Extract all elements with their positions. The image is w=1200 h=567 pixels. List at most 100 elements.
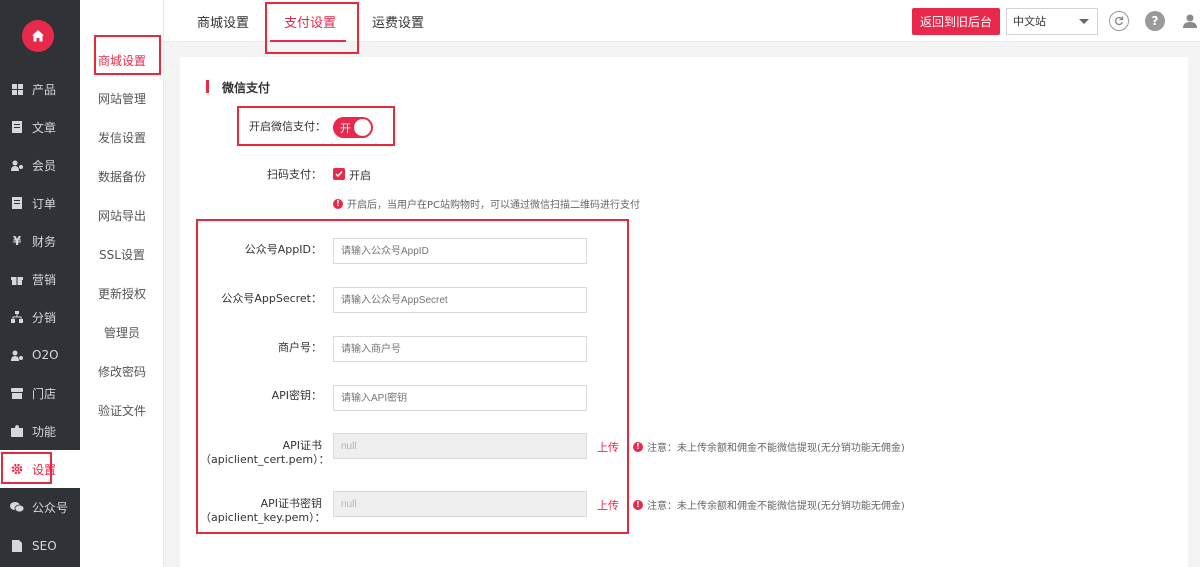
api-cert-label-line1: API证书 bbox=[282, 439, 322, 452]
sidebar-item-label: SEO bbox=[32, 539, 57, 553]
yen-icon: ¥ bbox=[12, 234, 22, 248]
tab-store-settings[interactable]: 商城设置 bbox=[197, 12, 249, 31]
sidebar-item-stores[interactable]: 门店 bbox=[0, 374, 80, 412]
api-cert-upload-link[interactable]: 上传 bbox=[597, 439, 619, 455]
sidebar-item-label: 分销 bbox=[32, 310, 57, 325]
home-icon[interactable] bbox=[22, 20, 54, 52]
language-value: 中文站 bbox=[1013, 15, 1046, 28]
sidebar-item-marketing[interactable]: 营销 bbox=[0, 260, 80, 298]
sidebar-item-orders[interactable]: 订单 bbox=[0, 184, 80, 222]
sidebar-item-settings[interactable]: 设置 bbox=[0, 450, 80, 488]
api-cert-key-upload-link[interactable]: 上传 bbox=[597, 497, 619, 513]
language-select[interactable]: 中文站 bbox=[1006, 8, 1098, 35]
subnav-item-site-export[interactable]: 网站导出 bbox=[80, 206, 164, 226]
sidebar-item-o2o[interactable]: O2O bbox=[0, 336, 80, 374]
subnav-item-admins[interactable]: 管理员 bbox=[80, 323, 164, 343]
api-cert-label-line2: （apiclient_cert.pem）： bbox=[200, 453, 330, 466]
info-icon: ! bbox=[333, 198, 343, 209]
o2o-icon bbox=[10, 348, 24, 362]
tab-shipping-settings[interactable]: 运费设置 bbox=[372, 12, 424, 31]
api-key-input[interactable] bbox=[333, 385, 587, 411]
api-cert-note-text: 注意：未上传余额和佣金不能微信提现(无分销功能无佣金) bbox=[647, 443, 905, 454]
file-icon bbox=[10, 539, 24, 553]
subnav-item-mail-settings[interactable]: 发信设置 bbox=[80, 128, 164, 148]
api-cert-key-label: API证书密钥 （apiclient_key.pem）： bbox=[200, 497, 326, 525]
sidebar-item-features[interactable]: 功能 bbox=[0, 412, 80, 450]
subnav-item-store-settings[interactable]: 商城设置 bbox=[80, 51, 164, 71]
sidebar-item-seo[interactable]: SEO bbox=[0, 527, 80, 565]
back-to-old-admin-button[interactable]: 返回到旧后台 bbox=[912, 8, 1000, 35]
info-icon: ! bbox=[633, 441, 643, 452]
main-sidebar: 产品 文章 会员 订单 ¥ 财务 营销 分销 O2O 门店 功能 设置 公众号 … bbox=[0, 0, 80, 567]
active-tab-indicator bbox=[270, 40, 346, 42]
scan-pay-hint-text: 开启后，当用户在PC站购物时，可以通过微信扫描二维码进行支付 bbox=[347, 200, 641, 211]
appid-input[interactable] bbox=[333, 238, 587, 264]
sidebar-item-label: 文章 bbox=[32, 120, 57, 135]
subnav-item-site-management[interactable]: 网站管理 bbox=[80, 89, 164, 109]
wechat-icon bbox=[10, 500, 24, 514]
order-icon bbox=[10, 196, 24, 210]
sidebar-item-official-account[interactable]: 公众号 bbox=[0, 488, 80, 526]
refresh-icon[interactable] bbox=[1109, 11, 1129, 31]
gift-icon bbox=[10, 272, 24, 286]
enable-wechat-pay-label: 开启微信支付： bbox=[249, 120, 326, 133]
api-cert-key-note: ! 注意：未上传余额和佣金不能微信提现(无分销功能无佣金) bbox=[633, 497, 905, 512]
sidebar-item-label: 门店 bbox=[32, 386, 57, 401]
subnav-item-verify-file[interactable]: 验证文件 bbox=[80, 401, 164, 421]
api-cert-key-note-text: 注意：未上传余额和佣金不能微信提现(无分销功能无佣金) bbox=[647, 501, 905, 512]
sidebar-item-label: 订单 bbox=[32, 196, 57, 211]
sidebar-item-members[interactable]: 会员 bbox=[0, 146, 80, 184]
subnav-item-ssl-settings[interactable]: SSL设置 bbox=[80, 245, 164, 265]
sidebar-item-label: 功能 bbox=[32, 424, 57, 439]
sidebar-item-label: 产品 bbox=[32, 82, 57, 97]
merchant-id-input[interactable] bbox=[333, 336, 587, 362]
toggle-knob bbox=[354, 119, 371, 136]
api-key-label: API密钥： bbox=[271, 389, 322, 402]
sidebar-item-products[interactable]: 产品 bbox=[0, 70, 80, 108]
scan-pay-checkbox[interactable] bbox=[333, 168, 345, 180]
api-cert-key-label-line1: API证书密钥 bbox=[260, 497, 322, 510]
puzzle-icon bbox=[10, 424, 24, 438]
document-icon bbox=[10, 120, 24, 134]
sidebar-item-distribution[interactable]: 分销 bbox=[0, 298, 80, 336]
appid-label: 公众号AppID： bbox=[244, 243, 322, 256]
help-icon[interactable]: ? bbox=[1145, 11, 1165, 31]
tab-payment-settings[interactable]: 支付设置 bbox=[284, 12, 336, 31]
settings-subnav: 商城设置 网站管理 发信设置 数据备份 网站导出 SSL设置 更新授权 管理员 … bbox=[80, 0, 164, 567]
store-icon bbox=[10, 386, 24, 400]
sidebar-item-label: 公众号 bbox=[32, 500, 69, 515]
sidebar-item-finance[interactable]: ¥ 财务 bbox=[0, 222, 80, 260]
info-icon: ! bbox=[633, 499, 643, 510]
sidebar-item-label: 会员 bbox=[32, 158, 57, 173]
section-title: 微信支付 bbox=[222, 81, 271, 95]
api-cert-key-label-line2: （apiclient_key.pem）： bbox=[200, 511, 326, 524]
payment-settings-panel bbox=[180, 57, 1188, 567]
scan-pay-checkbox-label: 开启 bbox=[349, 169, 371, 182]
caret-down-icon bbox=[1079, 19, 1089, 24]
api-cert-input[interactable] bbox=[333, 433, 587, 459]
subnav-item-data-backup[interactable]: 数据备份 bbox=[80, 167, 164, 187]
api-cert-key-input[interactable] bbox=[333, 491, 587, 517]
scan-pay-hint: ! 开启后，当用户在PC站购物时，可以通过微信扫描二维码进行支付 bbox=[333, 196, 640, 211]
sidebar-item-label: 营销 bbox=[32, 272, 57, 287]
subnav-item-change-password[interactable]: 修改密码 bbox=[80, 362, 164, 382]
subnav-item-update-license[interactable]: 更新授权 bbox=[80, 284, 164, 304]
wechat-pay-toggle[interactable]: 开 bbox=[333, 117, 373, 138]
top-bar: 商城设置 支付设置 运费设置 返回到旧后台 中文站 ? bbox=[164, 0, 1200, 42]
sitemap-icon bbox=[10, 310, 24, 324]
appsecret-input[interactable] bbox=[333, 287, 587, 313]
scan-pay-label: 扫码支付： bbox=[267, 168, 322, 181]
sidebar-item-label: O2O bbox=[32, 348, 59, 362]
sidebar-item-label: 财务 bbox=[32, 234, 57, 249]
sidebar-item-articles[interactable]: 文章 bbox=[0, 108, 80, 146]
section-marker bbox=[206, 80, 209, 93]
users-icon bbox=[10, 158, 24, 172]
toggle-text: 开 bbox=[340, 122, 351, 135]
grid-icon bbox=[10, 82, 24, 96]
api-cert-note: ! 注意：未上传余额和佣金不能微信提现(无分销功能无佣金) bbox=[633, 439, 905, 454]
user-icon[interactable] bbox=[1180, 11, 1200, 31]
gear-icon bbox=[10, 462, 24, 476]
api-cert-label: API证书 （apiclient_cert.pem）： bbox=[200, 439, 330, 467]
appsecret-label: 公众号AppSecret： bbox=[221, 292, 322, 305]
sidebar-item-label: 设置 bbox=[32, 462, 57, 477]
